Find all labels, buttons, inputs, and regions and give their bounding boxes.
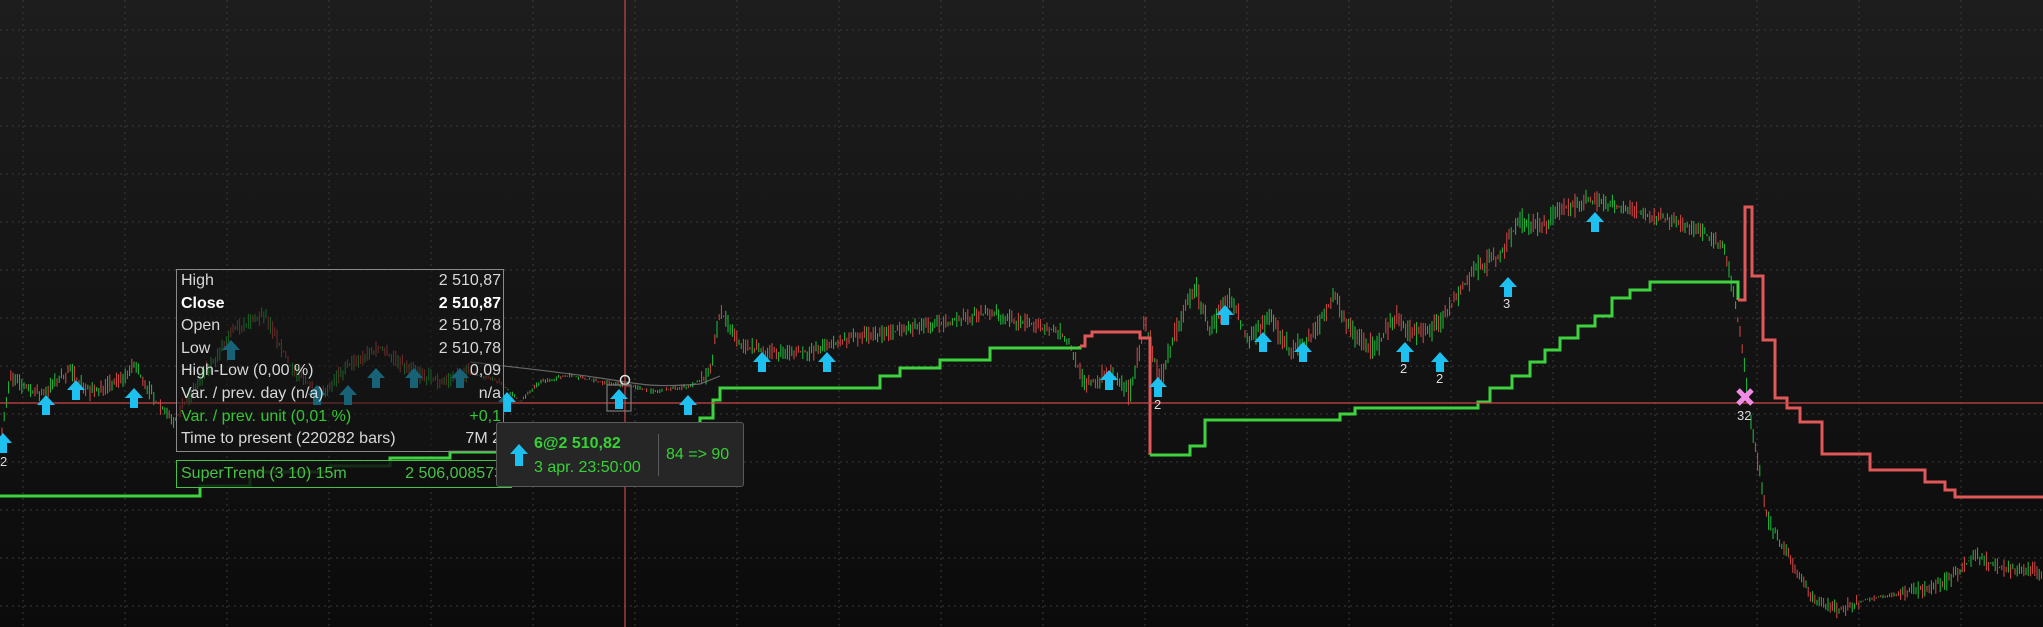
info-label: Time to present (220282 bars) <box>181 430 396 448</box>
signal-count-label: 2 <box>1154 397 1161 412</box>
buy-arrow-icon <box>0 433 12 453</box>
signal-count-label: 32 <box>1737 408 1751 423</box>
indicator-name: SuperTrend (3 10) 15m <box>181 465 347 482</box>
buy-arrow-icon <box>679 395 697 415</box>
buy-arrow-icon <box>1294 342 1312 362</box>
buy-arrow-icon <box>818 352 836 372</box>
trade-qty-price: 6@2 510,82 <box>534 435 621 452</box>
buy-arrow-icon <box>67 380 85 400</box>
info-value: 2 510,87 <box>438 272 501 289</box>
indicator-legend[interactable]: SuperTrend (3 10) 15m 2 506,008573 <box>176 460 512 488</box>
bar-info-panel: High 2 510,87 Close 2 510,87 Open 2 510,78 … <box>176 269 504 452</box>
info-row-open: Open 2 510,78 <box>177 315 503 338</box>
signal-count-label: 2 <box>1400 361 1407 376</box>
buy-arrow-icon <box>1499 277 1517 297</box>
info-value: n/a <box>478 384 501 402</box>
buy-arrow-icon <box>1100 370 1118 390</box>
supertrend-down-segment <box>1738 205 2043 499</box>
tooltip-divider <box>658 434 659 476</box>
trade-tooltip: 6@2 510,82 3 apr. 23:50:00 84 => 90 <box>496 422 744 487</box>
buy-arrow-icon <box>125 388 143 408</box>
info-label: High <box>181 272 214 289</box>
info-label: Close <box>181 294 225 312</box>
exit-marker[interactable] <box>1736 388 1754 406</box>
buy-arrow-icon <box>1254 332 1272 352</box>
signal-count-label: 2 <box>0 454 7 469</box>
indicator-value: 2 506,008573 <box>405 465 503 482</box>
trade-datetime: 3 apr. 23:50:00 <box>534 459 641 476</box>
info-value: 0,09 <box>469 362 501 380</box>
info-row-low: Low 2 510,78 <box>177 338 503 361</box>
buy-arrow-icon <box>753 352 771 372</box>
info-row-close: Close 2 510,87 <box>177 293 503 316</box>
buy-arrow-icon <box>1586 212 1604 232</box>
buy-arrow-icon <box>510 444 528 466</box>
position-change: 84 => 90 <box>666 446 730 463</box>
info-row-high: High 2 510,87 <box>177 270 503 293</box>
info-label: Var. / prev. unit (0,01 %) <box>181 407 352 425</box>
info-row-var-unit: Var. / prev. unit (0,01 %) +0,1 <box>177 406 503 429</box>
exit-cross-icon <box>1736 388 1754 406</box>
signal-count-label: 3 <box>1503 296 1510 311</box>
buy-arrow-icon <box>1431 352 1449 372</box>
buy-arrow-icon <box>1396 342 1414 362</box>
info-value: 2 510,78 <box>438 317 501 335</box>
info-row-var-day: Var. / prev. day (n/a) n/a <box>177 383 503 406</box>
info-label: Low <box>181 339 211 357</box>
info-label: Open <box>181 317 221 335</box>
info-row-high-low: High-Low (0,00 %) 0,09 <box>177 360 503 383</box>
info-label: High-Low (0,00 %) <box>181 362 314 380</box>
info-value: 2 510,78 <box>438 339 501 357</box>
info-row-time-to-present: Time to present (220282 bars) 7M 2 <box>177 428 503 451</box>
signal-count-label: 2 <box>1436 371 1443 386</box>
supertrend-down-segment <box>1080 330 1152 348</box>
info-value: 2 510,87 <box>438 294 501 312</box>
buy-arrow-icon <box>1149 377 1167 397</box>
info-label: Var. / prev. day (n/a) <box>181 384 324 402</box>
